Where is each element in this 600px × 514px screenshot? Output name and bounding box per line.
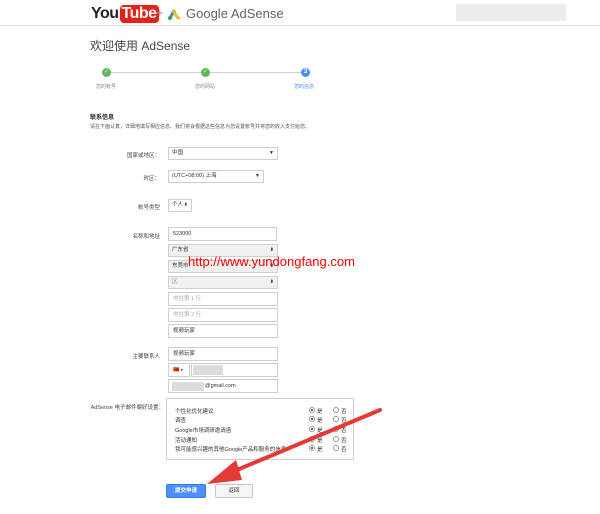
annotation-arrow-icon	[207, 408, 382, 484]
